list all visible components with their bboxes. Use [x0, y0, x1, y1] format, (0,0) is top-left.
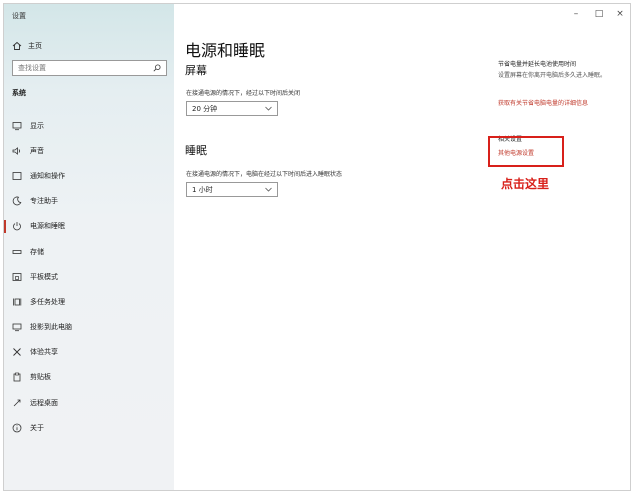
- sidebar-item-label: 电源和睡眠: [30, 222, 65, 231]
- close-button[interactable]: ×: [614, 9, 626, 19]
- sleep-timeout-dropdown[interactable]: 1 小时: [186, 182, 278, 197]
- sidebar-item-label: 体验共享: [30, 348, 58, 357]
- search-placeholder: 查找设置: [18, 64, 46, 72]
- moon-icon: [12, 196, 22, 206]
- sidebar-item-multitasking[interactable]: 多任务处理: [4, 289, 174, 314]
- sidebar-item-clipboard[interactable]: 剪贴板: [4, 365, 174, 390]
- remote-icon: [13, 399, 21, 406]
- battery-tip-heading: 节省电量并延长电池使用时间: [498, 61, 577, 68]
- speaker-icon: [12, 146, 21, 155]
- home-label: 主页: [28, 42, 42, 50]
- home-icon: [12, 41, 22, 50]
- dropdown-value: 20 分钟: [192, 104, 218, 113]
- sleep-description: 在接通电源的情况下，电脑在经过以下时间后进入睡眠状态: [186, 171, 343, 178]
- sidebar-item-label: 投影到此电脑: [30, 323, 72, 332]
- highlight-box: [488, 136, 564, 167]
- app-title: 设置: [12, 12, 26, 20]
- notification-icon: [12, 172, 22, 180]
- search-icon: [153, 64, 161, 72]
- power-icon: [13, 222, 21, 231]
- chevron-down-icon: [265, 106, 272, 111]
- search-input[interactable]: 查找设置: [12, 60, 167, 76]
- sidebar-nav: 显示 声音 通知和操作 专注助手 电源和睡眠 存储 平板模式 多任务处理 投影到…: [4, 113, 174, 440]
- sidebar-item-project[interactable]: 投影到此电脑: [4, 315, 174, 340]
- sidebar-item-tablet-mode[interactable]: 平板模式: [4, 264, 174, 289]
- sidebar-item-label: 声音: [30, 146, 44, 155]
- screen-description: 在接通电源的情况下，经过以下时间后关闭: [186, 90, 301, 97]
- monitor-icon: [12, 121, 22, 130]
- sidebar-item-focus-assist[interactable]: 专注助手: [4, 189, 174, 214]
- sidebar-item-remote-desktop[interactable]: 远程桌面: [4, 390, 174, 415]
- storage-icon: [12, 249, 22, 254]
- power-saving-info-link[interactable]: 获取有关节省电脑电量的详细信息: [498, 98, 588, 107]
- sidebar-item-label: 剪贴板: [30, 373, 51, 382]
- sidebar-item-label: 存储: [30, 247, 44, 256]
- tablet-icon: [12, 272, 22, 281]
- screen-timeout-dropdown[interactable]: 20 分钟: [186, 101, 278, 116]
- battery-tip-text: 设置屏幕在你离开电脑后多久进入睡眠。: [498, 72, 607, 79]
- screen-heading: 屏幕: [185, 64, 207, 77]
- sidebar-item-label: 平板模式: [30, 272, 58, 281]
- section-label: 系统: [12, 89, 26, 97]
- sidebar-item-label: 多任务处理: [30, 297, 65, 306]
- settings-window: 设置 主页 查找设置 系统 显示 声音 通知和操作 专注助手 电源和睡眠 存储 …: [3, 3, 631, 491]
- chevron-down-icon: [265, 187, 272, 192]
- share-icon: [13, 348, 21, 357]
- sidebar-item-label: 专注助手: [30, 197, 58, 206]
- page-title: 电源和睡眠: [185, 41, 266, 60]
- sleep-heading: 睡眠: [185, 144, 207, 157]
- sidebar: 设置 主页 查找设置 系统 显示 声音 通知和操作 专注助手 电源和睡眠 存储 …: [4, 4, 174, 490]
- sidebar-item-sound[interactable]: 声音: [4, 138, 174, 163]
- sidebar-item-about[interactable]: 关于: [4, 415, 174, 440]
- sidebar-item-notifications[interactable]: 通知和操作: [4, 163, 174, 188]
- sidebar-item-label: 远程桌面: [30, 398, 58, 407]
- info-icon: [12, 423, 22, 433]
- annotation-text: 点击这里: [501, 177, 550, 191]
- clipboard-icon: [13, 373, 21, 382]
- sidebar-item-shared-experiences[interactable]: 体验共享: [4, 340, 174, 365]
- sidebar-item-power-sleep[interactable]: 电源和睡眠: [4, 214, 174, 239]
- home-nav-item[interactable]: 主页: [12, 40, 42, 52]
- minimize-button[interactable]: –: [570, 9, 582, 19]
- project-icon: [12, 323, 22, 332]
- sidebar-item-label: 关于: [30, 423, 44, 432]
- sidebar-item-label: 通知和操作: [30, 171, 65, 180]
- sidebar-item-display[interactable]: 显示: [4, 113, 174, 138]
- sidebar-item-storage[interactable]: 存储: [4, 239, 174, 264]
- maximize-button[interactable]: □: [593, 9, 605, 19]
- sidebar-item-label: 显示: [30, 121, 44, 130]
- multitask-icon: [13, 298, 22, 306]
- dropdown-value: 1 小时: [192, 185, 213, 194]
